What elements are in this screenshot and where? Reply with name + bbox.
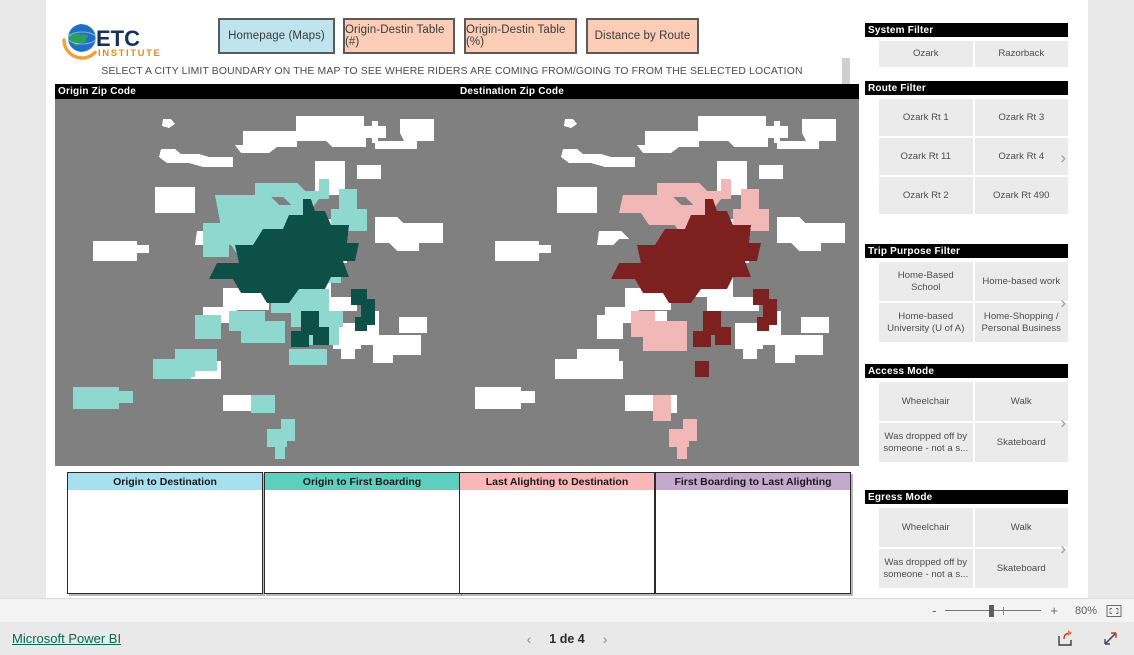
footer-bar: Microsoft Power BI ‹ 1 de 4 › [0, 622, 1134, 655]
chip-access-wheelchair[interactable]: Wheelchair [879, 382, 973, 421]
chip-ozark-rt-1[interactable]: Ozark Rt 1 [879, 99, 973, 136]
chip-ozark-rt-2[interactable]: Ozark Rt 2 [879, 177, 973, 214]
chip-ozark-rt-3[interactable]: Ozark Rt 3 [974, 99, 1068, 136]
chip-access-skateboard[interactable]: Skateboard [974, 423, 1068, 462]
expand-access-mode-icon[interactable]: › [1060, 414, 1066, 431]
zoom-slider-tick [1003, 606, 1005, 615]
zoom-slider-thumb[interactable] [989, 604, 995, 617]
zoom-out-button[interactable]: - [932, 603, 936, 618]
zoom-slider[interactable] [945, 604, 1042, 617]
expand-trip-purpose-filter-icon[interactable]: › [1060, 294, 1066, 311]
chip-home-based-university[interactable]: Home-based University (U of A) [879, 303, 973, 342]
nav-button-origin-destin-table-percent[interactable]: Origin-Destin Table (%) [464, 18, 577, 54]
legend-card-origin-to-destination[interactable]: Origin to Destination [67, 472, 263, 594]
slicer-title: System Filter [865, 23, 1068, 37]
zoom-level-value: 80% [1074, 604, 1097, 617]
slicer-title: Access Mode [865, 364, 1068, 378]
share-icon[interactable] [1056, 629, 1075, 648]
status-bar: - + 80% [0, 598, 1134, 622]
globe-icon [62, 23, 97, 60]
expand-egress-mode-icon[interactable]: › [1060, 540, 1066, 557]
chip-home-based-work[interactable]: Home-based work [974, 262, 1068, 301]
fullscreen-icon[interactable] [1101, 629, 1120, 648]
chip-ozark[interactable]: Ozark [879, 41, 973, 67]
slicer-title: Route Filter [865, 81, 1068, 95]
chip-ozark-rt-490[interactable]: Ozark Rt 490 [974, 177, 1068, 214]
filter-rail: System Filter Ozark Razorback Route Filt… [865, 0, 1080, 598]
origin-map-canvas[interactable] [55, 99, 457, 466]
chip-home-shopping-personal-business[interactable]: Home-Shopping / Personal Business [974, 303, 1068, 342]
legend-card-last-alighting-to-destination[interactable]: Last Alighting to Destination [459, 472, 655, 594]
chip-egress-dropped-off[interactable]: Was dropped off by someone - not a s... [879, 549, 973, 588]
chip-egress-skateboard[interactable]: Skateboard [974, 549, 1068, 588]
chip-ozark-rt-4[interactable]: Ozark Rt 4 [974, 138, 1068, 175]
slicer-route-filter: Route Filter Ozark Rt 1 Ozark Rt 3 Ozark… [865, 81, 1068, 214]
nav-button-distance-by-route[interactable]: Distance by Route [586, 18, 699, 54]
zoom-in-button[interactable]: + [1050, 603, 1058, 618]
instruction-text: SELECT A CITY LIMIT BOUNDARY ON THE MAP … [101, 66, 803, 77]
previous-page-icon[interactable]: ‹ [527, 631, 532, 647]
origin-map-panel: Origin Zip Code [55, 84, 457, 466]
fit-to-page-icon[interactable] [1106, 604, 1122, 618]
legend-card-title: Last Alighting to Destination [460, 473, 654, 490]
legend-card-title: Origin to Destination [68, 473, 262, 490]
legend-card-origin-to-first-boarding[interactable]: Origin to First Boarding [264, 472, 460, 594]
etc-institute-logo: ETC INSTITUTE [58, 16, 162, 64]
slicer-system-filter: System Filter Ozark Razorback [865, 23, 1068, 67]
nav-button-origin-destin-table-count[interactable]: Origin-Destin Table (#) [343, 18, 455, 54]
nav-button-homepage-maps[interactable]: Homepage (Maps) [218, 18, 335, 54]
chip-ozark-rt-11[interactable]: Ozark Rt 11 [879, 138, 973, 175]
destination-map-panel: Destination Zip Code [457, 84, 859, 466]
legend-card-title: Origin to First Boarding [265, 473, 459, 490]
destination-map-title: Destination Zip Code [457, 84, 859, 99]
microsoft-power-bi-link[interactable]: Microsoft Power BI [12, 631, 121, 646]
slicer-title: Trip Purpose Filter [865, 244, 1068, 258]
slicer-trip-purpose-filter: Trip Purpose Filter Home-Based School Ho… [865, 244, 1068, 342]
chip-egress-walk[interactable]: Walk [974, 508, 1068, 547]
expand-route-filter-icon[interactable]: › [1060, 149, 1066, 166]
logo-subtext: INSTITUTE [98, 48, 161, 59]
page-navigation: ‹ 1 de 4 › [527, 631, 608, 647]
destination-map-canvas[interactable] [457, 99, 859, 466]
chip-access-walk[interactable]: Walk [974, 382, 1068, 421]
slicer-title: Egress Mode [865, 490, 1068, 504]
slicer-access-mode: Access Mode Wheelchair Walk Was dropped … [865, 364, 1068, 462]
canvas-scrollbar[interactable] [842, 58, 850, 84]
page-indicator: 1 de 4 [549, 631, 585, 646]
next-page-icon[interactable]: › [603, 631, 608, 647]
origin-map-title: Origin Zip Code [55, 84, 457, 99]
chip-razorback[interactable]: Razorback [974, 41, 1068, 67]
chip-home-based-school[interactable]: Home-Based School [879, 262, 973, 301]
slicer-egress-mode: Egress Mode Wheelchair Walk Was dropped … [865, 490, 1068, 588]
chip-egress-wheelchair[interactable]: Wheelchair [879, 508, 973, 547]
chip-access-dropped-off[interactable]: Was dropped off by someone - not a s... [879, 423, 973, 462]
legend-card-first-boarding-to-last-alighting[interactable]: First Boarding to Last Alighting [655, 472, 851, 594]
legend-card-title: First Boarding to Last Alighting [656, 473, 850, 490]
footer-actions [1056, 629, 1120, 648]
